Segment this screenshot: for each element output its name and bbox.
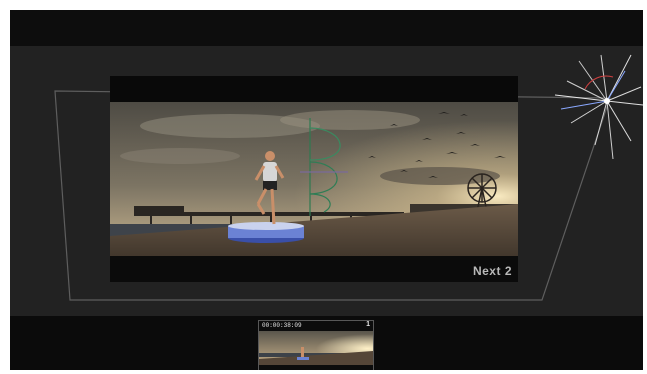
clip-number: 1 <box>366 321 370 328</box>
compositor-window: Next 2 00:00:38:09 1 <box>10 10 643 370</box>
filmstrip-bar: 00:00:38:09 1 <box>10 316 643 370</box>
top-toolbar <box>10 10 643 46</box>
clip-thumbnail[interactable]: 00:00:38:09 1 <box>258 320 374 370</box>
clip-timecode: 00:00:38:09 <box>262 322 302 329</box>
viewer-canvas[interactable]: Next 2 <box>10 46 643 316</box>
lens-flare-handle-icon[interactable] <box>10 46 643 316</box>
